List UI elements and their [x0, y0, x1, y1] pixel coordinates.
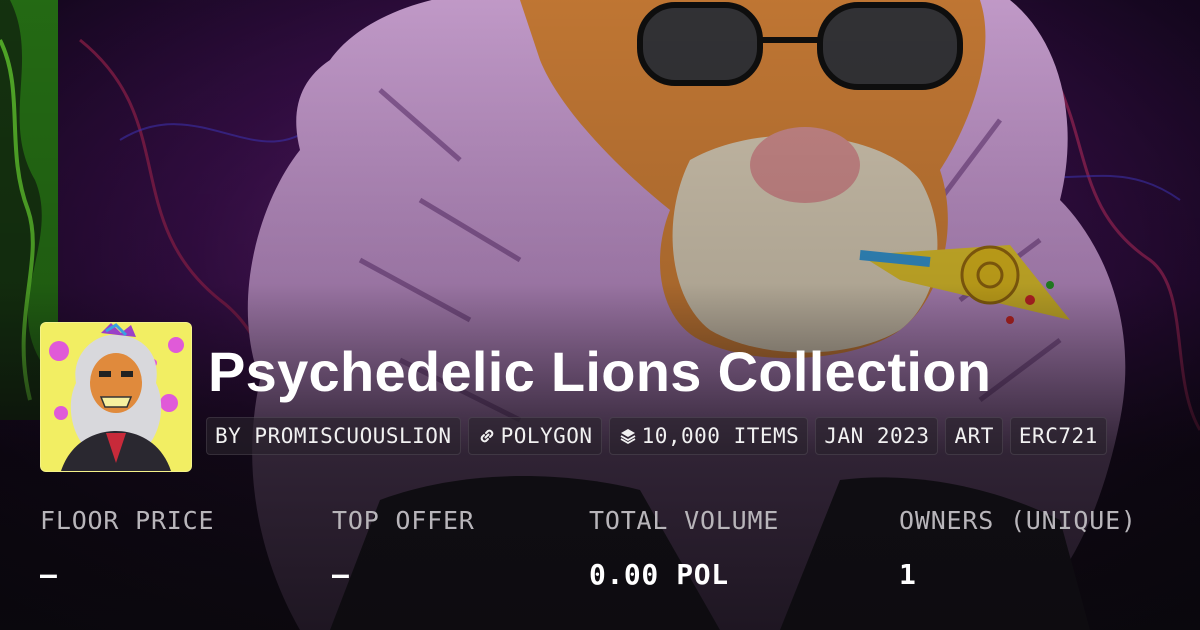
owners-stat: OWNERS (UNIQUE) 1 [899, 503, 1137, 597]
standard-tag: ERC721 [1009, 417, 1107, 455]
date-tag: JAN 2023 [815, 417, 939, 455]
creator-tag[interactable]: BY PROMISCUOUSLION [206, 417, 461, 455]
items-label: 10,000 ITEMS [641, 424, 800, 448]
top-offer-label: TOP OFFER [332, 506, 475, 535]
date-label: JAN 2023 [824, 424, 930, 448]
chain-tag[interactable]: POLYGON [467, 417, 602, 455]
owners-value: 1 [899, 558, 917, 591]
category-tag[interactable]: ART [945, 417, 1003, 455]
collection-banner: Psychedelic Lions Collection BY PROMISCU… [0, 0, 1200, 630]
creator-label: BY PROMISCUOUSLION [215, 424, 452, 448]
category-label: ART [954, 424, 994, 448]
collection-title: Psychedelic Lions Collection [208, 340, 992, 403]
total-volume-label: TOTAL VOLUME [589, 506, 780, 535]
owners-label: OWNERS (UNIQUE) [899, 506, 1137, 535]
link-icon [477, 426, 497, 446]
top-offer-stat: TOP OFFER – [332, 503, 475, 597]
floor-price-value: – [40, 558, 58, 591]
floor-price-label: FLOOR PRICE [40, 506, 215, 535]
total-volume-stat: TOTAL VOLUME 0.00 POL [589, 503, 779, 597]
standard-label: ERC721 [1018, 424, 1098, 448]
items-tag: 10,000 ITEMS [608, 417, 809, 455]
floor-price-stat: FLOOR PRICE – [40, 503, 214, 597]
lion-avatar-icon [41, 323, 191, 471]
chain-label: POLYGON [500, 424, 593, 448]
layers-icon [618, 426, 638, 446]
top-offer-value: – [332, 558, 350, 591]
collection-avatar [40, 322, 192, 472]
collection-stats: FLOOR PRICE – TOP OFFER – TOTAL VOLUME 0… [40, 503, 1180, 603]
total-volume-value: 0.00 POL [589, 558, 729, 591]
collection-tags: BY PROMISCUOUSLION POLYGON 10,000 ITEMS … [206, 417, 1107, 455]
